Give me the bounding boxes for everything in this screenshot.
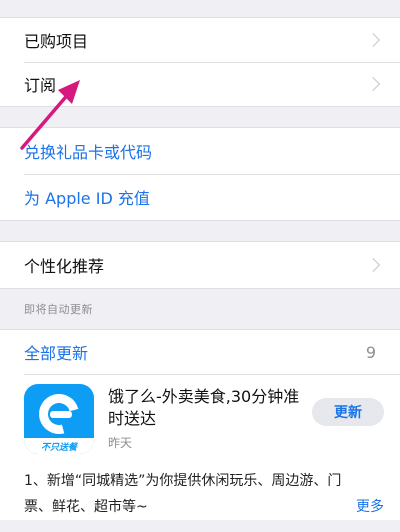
updates-header-label: 即将自动更新 [24, 303, 93, 316]
update-all-button[interactable]: 全部更新 [24, 340, 366, 364]
app-name[interactable]: 饿了么-外卖美食,30分钟准时送达 [108, 386, 312, 430]
app-header: 不只送餐 饿了么-外卖美食,30分钟准时送达 昨天 更新 [24, 384, 384, 454]
subscriptions-label: 订阅 [24, 76, 57, 95]
redeem-row[interactable]: 兑换礼品卡或代码 [0, 128, 400, 174]
update-all-row: 全部更新 9 [0, 330, 400, 374]
app-info: 饿了么-外卖美食,30分钟准时送达 昨天 [94, 384, 312, 451]
app-icon-tag: 不只送餐 [24, 438, 94, 454]
personalized-label: 个性化推荐 [24, 257, 105, 276]
updates-group: 全部更新 9 不只送餐 饿了么-外卖美食,30分钟准时送达 昨天 更新 1、新增… [0, 329, 400, 520]
chevron-right-icon [365, 76, 381, 92]
add-funds-link[interactable]: 为 Apple ID 充值 [24, 185, 384, 209]
section-gap [0, 107, 400, 127]
divider [24, 374, 400, 375]
subscriptions-row[interactable]: 订阅 [0, 62, 400, 106]
add-funds-row[interactable]: 为 Apple ID 充值 [0, 174, 400, 220]
app-update-date: 昨天 [108, 436, 133, 450]
app-update-item: 不只送餐 饿了么-外卖美食,30分钟准时送达 昨天 更新 1、新增“同城精选”为… [0, 374, 400, 520]
chevron-right-icon [365, 257, 381, 273]
section-gap [0, 221, 400, 241]
app-logo-bar [50, 411, 72, 418]
update-count: 9 [365, 342, 376, 362]
personalized-group: 个性化推荐 [0, 241, 400, 289]
account-group: 已购项目 订阅 [0, 17, 400, 107]
purchased-label: 已购项目 [24, 32, 89, 51]
personalized-row[interactable]: 个性化推荐 [0, 242, 400, 288]
purchased-row[interactable]: 已购项目 [0, 18, 400, 62]
top-gap [0, 0, 400, 17]
more-link[interactable]: 更多 [356, 494, 384, 520]
app-icon[interactable]: 不只送餐 [24, 384, 94, 454]
update-button[interactable]: 更新 [312, 398, 384, 426]
updates-section-header: 即将自动更新 [0, 289, 400, 329]
chevron-right-icon [365, 32, 381, 48]
funds-group: 兑换礼品卡或代码 为 Apple ID 充值 [0, 127, 400, 221]
redeem-link[interactable]: 兑换礼品卡或代码 [24, 139, 384, 163]
release-notes-text: 1、新增“同城精选”为你提供休闲玩乐、周边游、门票、鲜花、超市等~ [24, 473, 342, 515]
release-notes: 1、新增“同城精选”为你提供休闲玩乐、周边游、门票、鲜花、超市等~ 更多 [24, 468, 384, 520]
